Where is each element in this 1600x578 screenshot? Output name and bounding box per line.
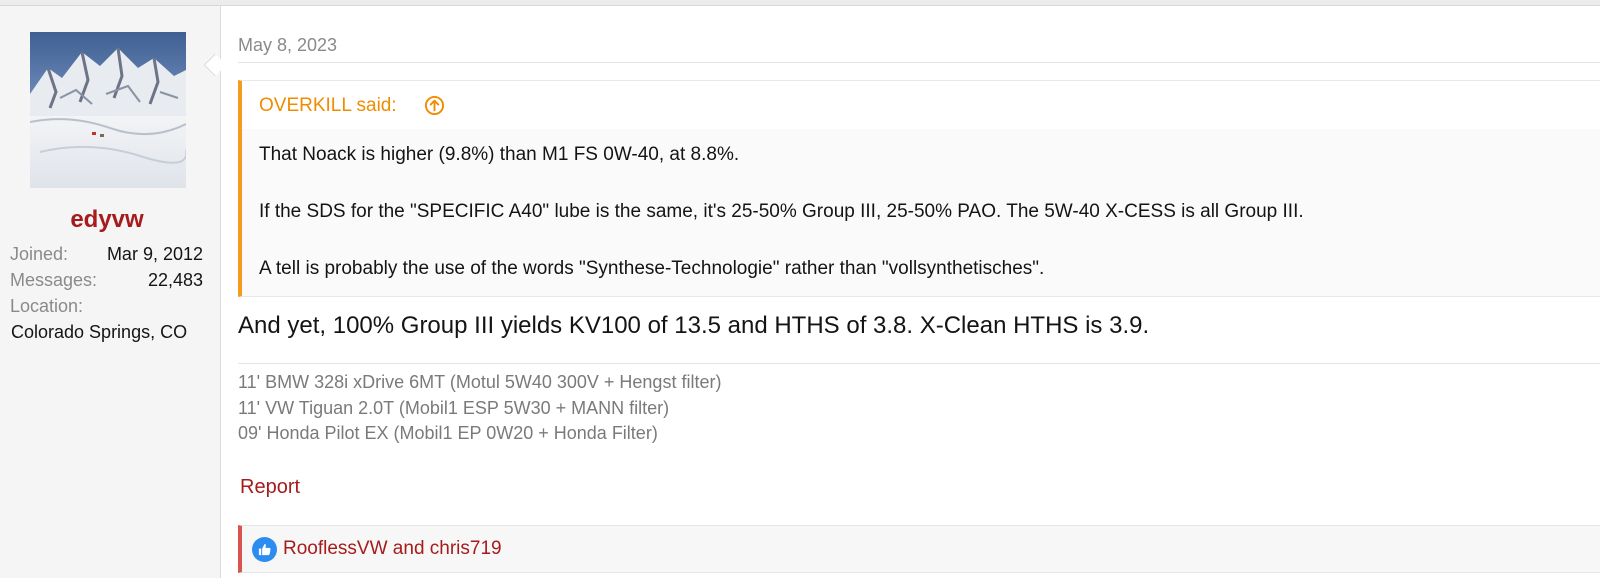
- avatar[interactable]: [30, 32, 186, 188]
- arrow-up-circle-icon[interactable]: [424, 95, 445, 116]
- messages-label: Messages:: [10, 270, 98, 290]
- joined-value: Mar 9, 2012: [106, 244, 203, 264]
- post-date-link[interactable]: May 8, 2023: [238, 35, 337, 56]
- location-value: Colorado Springs, CO: [11, 322, 188, 342]
- messages-value: 22,483: [147, 270, 203, 290]
- user-panel: edyvw Joined: Mar 9, 2012 Messages: 22,4…: [0, 6, 227, 578]
- post-pointer-arrow: [203, 53, 227, 77]
- joined-label: Joined:: [10, 244, 69, 264]
- post-body: May 8, 2023 OVERKILL said: That Noack is…: [238, 6, 1600, 578]
- signature-line: 11' BMW 328i xDrive 6MT (Motul 5W40 300V…: [238, 372, 722, 392]
- thumbs-up-icon: [252, 537, 277, 562]
- quote-line: A tell is probably the use of the words …: [259, 258, 1045, 279]
- signature-line: 11' VW Tiguan 2.0T (Mobil1 ESP 5W30 + MA…: [238, 398, 670, 418]
- mountain-avatar-image: [30, 32, 186, 188]
- quote-block: OVERKILL said: That Noack is higher (9.8…: [238, 80, 1600, 297]
- report-link[interactable]: Report: [240, 476, 300, 499]
- date-divider: [238, 62, 1600, 63]
- signature-line: 09' Honda Pilot EX (Mobil1 EP 0W20 + Hon…: [238, 423, 658, 443]
- signature-divider: [238, 363, 1600, 364]
- post-message-text: And yet, 100% Group III yields KV100 of …: [238, 312, 1150, 339]
- quote-line: If the SDS for the "SPECIFIC A40" lube i…: [259, 201, 1304, 222]
- location-label: Location:: [10, 296, 84, 316]
- quote-header: OVERKILL said:: [242, 81, 1600, 129]
- quote-author-link[interactable]: OVERKILL said:: [259, 95, 397, 117]
- quote-line: That Noack is higher (9.8%) than M1 FS 0…: [259, 144, 740, 165]
- reactions-users-link[interactable]: RooflessVW and chris719: [283, 538, 502, 560]
- reactions-bar: RooflessVW and chris719: [238, 525, 1600, 573]
- username-link[interactable]: edyvw: [0, 206, 214, 234]
